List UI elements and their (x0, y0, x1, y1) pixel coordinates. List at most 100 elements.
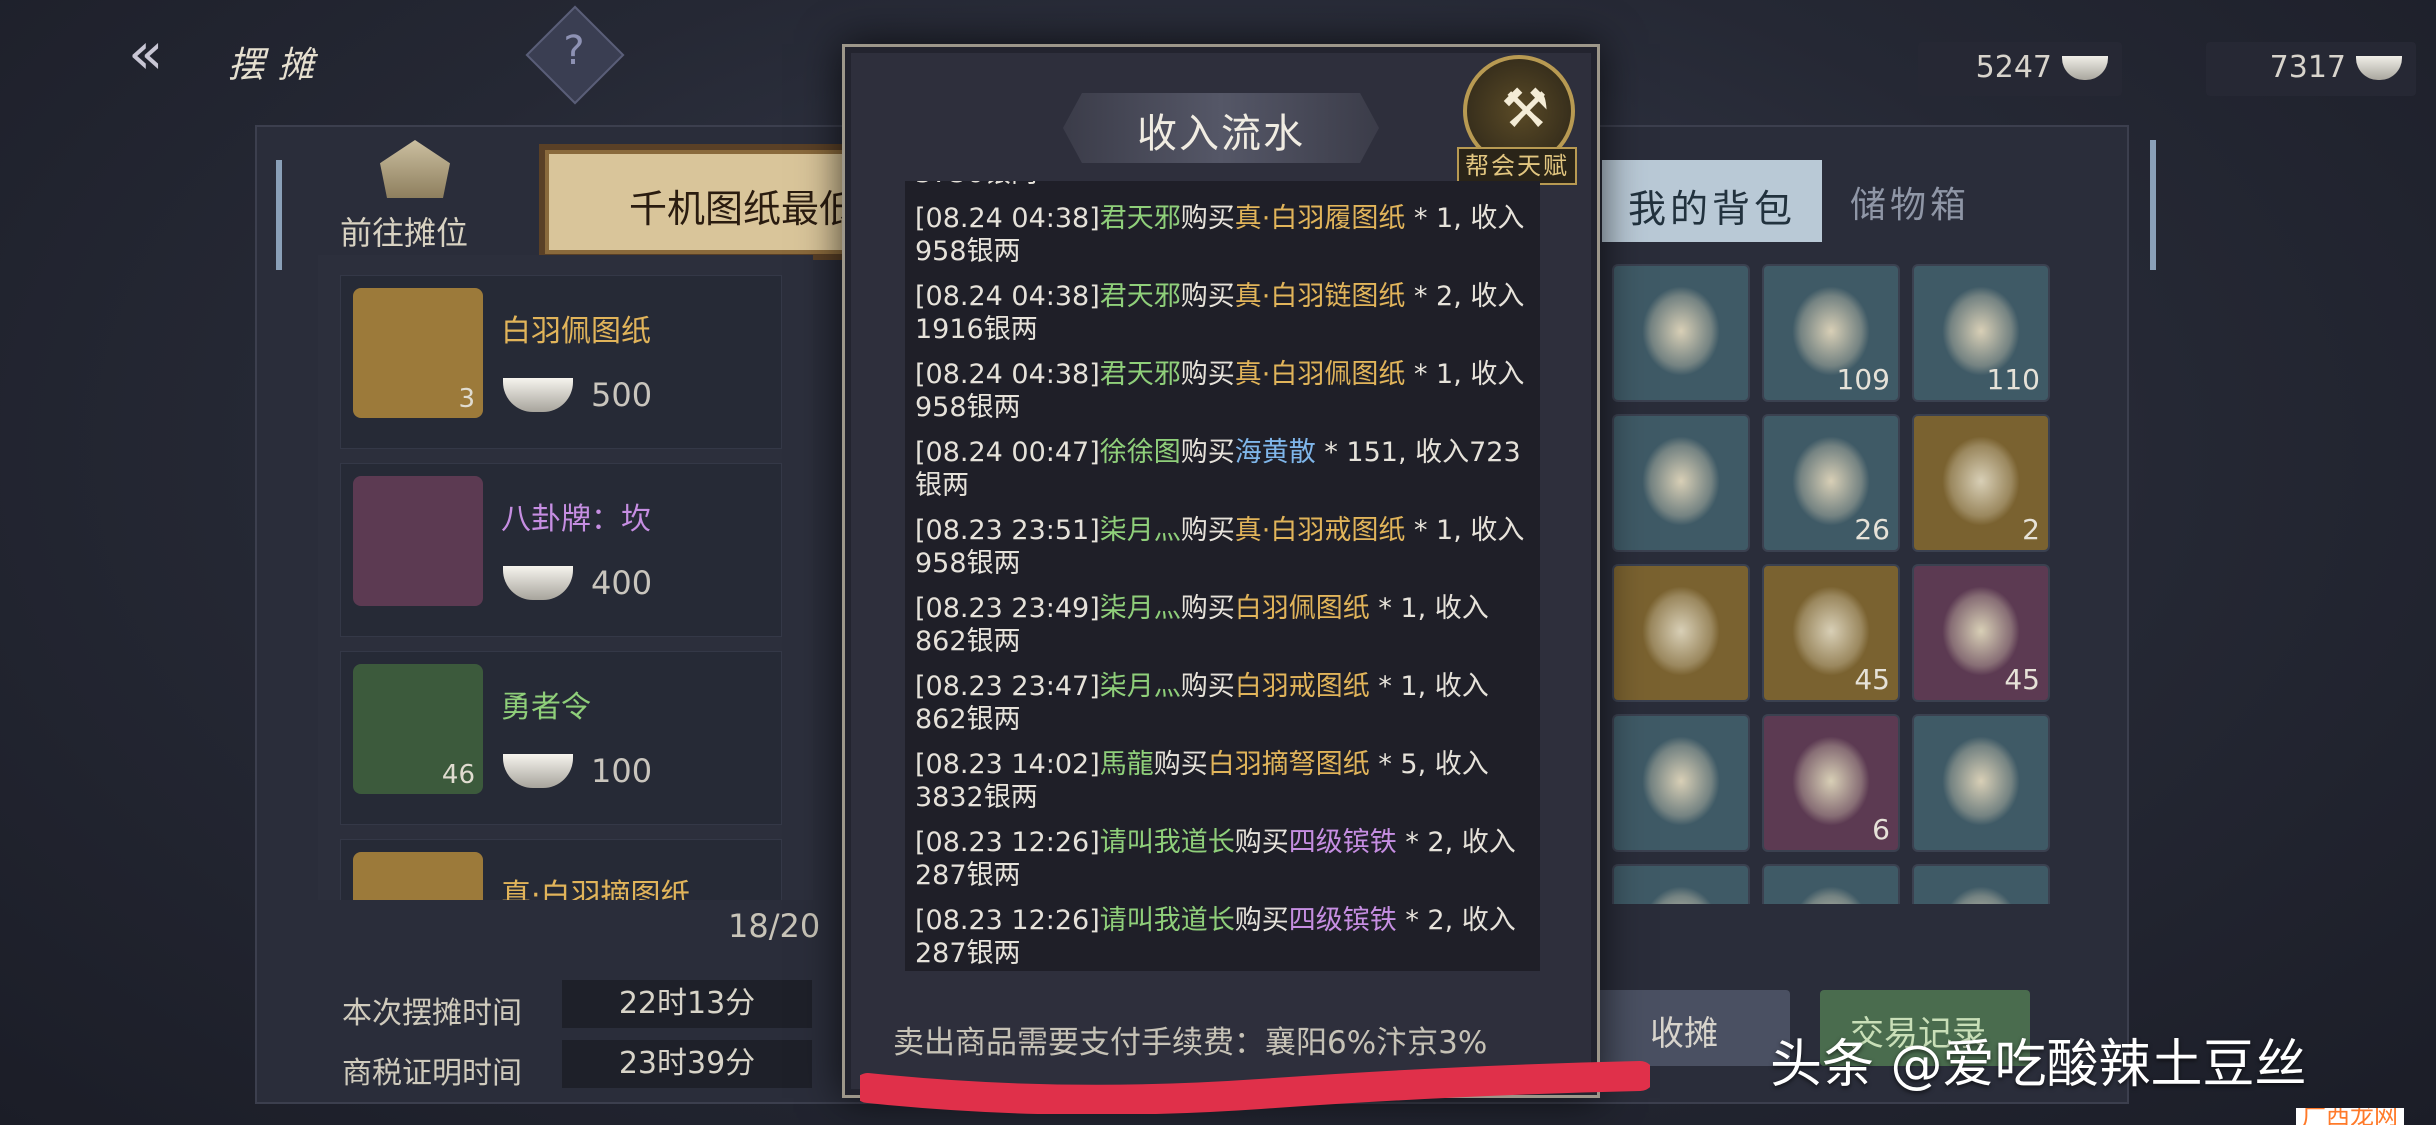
goto-stall-label: 前往摊位 (340, 214, 469, 252)
slot-quantity: 6 (1872, 813, 1890, 846)
inventory-slot[interactable]: 109 (1762, 264, 1900, 402)
brave-token-icon: 46 (353, 664, 483, 794)
back-button[interactable]: « 摆摊 (128, 18, 328, 88)
item-icon (1942, 736, 2020, 826)
inventory-slot[interactable] (1612, 864, 1750, 904)
log-item: 海黄散 (1234, 437, 1316, 468)
log-entry: [08.23 14:02]馬龍购买白羽摘弩图纸 * 5, 收入3832银两 (915, 748, 1535, 814)
item-icon (1642, 286, 1720, 376)
item-price: 100 (591, 752, 653, 790)
log-item: 四级镔铁 (1288, 905, 1397, 936)
log-action: 购买 (1153, 749, 1208, 780)
log-action: 购买 (1180, 437, 1235, 468)
tax-time-value: 23时39分 (562, 1040, 812, 1088)
stall-item-list[interactable]: 3 白羽佩图纸 500 八卦牌：坎 400 46 勇者令 100 真·白羽摘图纸 (318, 255, 813, 900)
log-time: [08.23 23:51] (915, 515, 1100, 546)
inventory-slot[interactable] (1612, 714, 1750, 852)
tab-storage-box[interactable]: 储物箱 (1850, 176, 1970, 228)
slot-quantity: 109 (1836, 363, 1890, 396)
log-action: 购买 (1180, 203, 1235, 234)
bagua-token-icon (353, 476, 483, 606)
inventory-slot[interactable]: 26 (1762, 414, 1900, 552)
income-log-list[interactable]: 3736银两 [08.24 04:38]君天邪购买真·白羽履图纸 * 1, 收入… (905, 181, 1540, 971)
log-time: [08.23 12:26] (915, 905, 1100, 936)
inventory-slot[interactable] (1612, 564, 1750, 702)
inventory-slot[interactable] (1762, 864, 1900, 904)
log-time: [08.24 04:38] (915, 359, 1100, 390)
income-log-dialog: 收入流水 ⚒ 帮会天赋 3736银两 [08.24 04:38]君天邪购买真·白… (842, 44, 1600, 1098)
item-name: 八卦牌：坎 (501, 502, 651, 537)
slot-quantity: 110 (1986, 363, 2040, 396)
log-action: 购买 (1180, 593, 1235, 624)
item-icon (1792, 736, 1870, 826)
item-name: 白羽佩图纸 (501, 314, 651, 349)
slot-quantity: 45 (1854, 663, 1890, 696)
log-item: 白羽摘弩图纸 (1207, 749, 1370, 780)
inventory-slot[interactable]: 110 (1912, 264, 2050, 402)
hanging-tassel-decoration (276, 160, 282, 270)
inventory-slot[interactable]: 6 (1762, 714, 1900, 852)
inventory-slot[interactable] (1912, 714, 2050, 852)
item-name: 真·白羽摘图纸 (501, 878, 691, 900)
guild-talent-label: 帮会天赋 (1457, 147, 1577, 185)
log-entry: [08.24 04:38]君天邪购买真·白羽佩图纸 * 1, 收入958银两 (915, 358, 1535, 424)
item-icon (1942, 886, 2020, 904)
log-entry: [08.24 00:47]徐徐图购买海黄散 * 151, 收入723银两 (915, 436, 1535, 502)
log-item: 真·白羽链图纸 (1234, 281, 1406, 312)
inventory-slot[interactable] (1612, 414, 1750, 552)
inventory-slot[interactable]: 2 (1912, 414, 2050, 552)
log-buyer: 柒月灬 (1099, 515, 1181, 546)
log-time: [08.24 00:47] (915, 437, 1100, 468)
close-stall-button[interactable]: 收摊 (1590, 990, 1790, 1066)
log-time: [08.23 14:02] (915, 749, 1100, 780)
inventory-grid[interactable]: 109110262645455063 (1612, 264, 2062, 904)
log-item: 真·白羽履图纸 (1234, 203, 1406, 234)
log-action: 购买 (1234, 905, 1289, 936)
slot-quantity: 2 (2022, 513, 2040, 546)
tab-my-bag[interactable]: 我的背包 (1602, 160, 1822, 242)
item-price: 500 (591, 376, 653, 414)
item-name: 勇者令 (501, 690, 591, 725)
stall-item-card[interactable]: 真·白羽摘图纸 (340, 839, 782, 900)
item-icon (1642, 736, 1720, 826)
item-price: 400 (591, 564, 653, 602)
blueprint-scroll-icon: 3 (353, 288, 483, 418)
bound-silver-currency-display: 7317 (2206, 42, 2416, 96)
log-entry: [08.23 12:26]请叫我道长购买四级镔铁 * 2, 收入287银两 (915, 826, 1535, 892)
guild-talent-button[interactable]: ⚒ 帮会天赋 (1455, 55, 1577, 185)
log-item: 真·白羽戒图纸 (1234, 515, 1406, 546)
log-time: [08.24 04:38] (915, 203, 1100, 234)
stall-item-card[interactable]: 3 白羽佩图纸 500 (340, 275, 782, 449)
goto-stall-button[interactable]: 前往摊位 (340, 140, 490, 252)
inventory-slot[interactable] (1912, 864, 2050, 904)
log-item: 白羽佩图纸 (1234, 593, 1370, 624)
fee-note: 卖出商品需要支付手续费：襄阳6%汴京3% (893, 1025, 1488, 1061)
stall-item-card[interactable]: 八卦牌：坎 400 (340, 463, 782, 637)
log-entry: [08.23 12:26]请叫我道长购买四级镔铁 * 2, 收入287银两 (915, 904, 1535, 970)
log-entry: [08.24 04:38]君天邪购买真·白羽链图纸 * 2, 收入1916银两 (915, 280, 1535, 346)
log-action: 购买 (1180, 671, 1235, 702)
dialog-title: 收入流水 (1137, 111, 1305, 157)
bound-silver-amount: 7317 (2269, 50, 2346, 85)
item-icon (1792, 886, 1870, 904)
hanging-tassel-decoration (2150, 140, 2156, 270)
stall-item-card[interactable]: 46 勇者令 100 (340, 651, 782, 825)
silver-amount: 5247 (1975, 50, 2052, 85)
silver-currency-display: 5247 (1918, 42, 2122, 96)
log-item: 白羽戒图纸 (1234, 671, 1370, 702)
slot-quantity: 26 (1854, 513, 1890, 546)
red-redaction-scribble (860, 1061, 1650, 1114)
tax-time-label: 商税证明时间 (342, 1056, 522, 1091)
inventory-slot[interactable]: 45 (1912, 564, 2050, 702)
item-icon (1642, 886, 1720, 904)
inventory-slot[interactable] (1612, 264, 1750, 402)
log-buyer: 馬龍 (1099, 749, 1154, 780)
page-title: 摆摊 (228, 45, 329, 86)
log-entry: [08.23 23:51]柒月灬购买真·白羽戒图纸 * 1, 收入958银两 (915, 514, 1535, 580)
log-buyer: 柒月灬 (1099, 593, 1181, 624)
log-action: 购买 (1180, 359, 1235, 390)
inventory-slot[interactable]: 45 (1762, 564, 1900, 702)
log-buyer: 徐徐图 (1099, 437, 1181, 468)
log-buyer: 君天邪 (1099, 359, 1181, 390)
item-icon (1942, 436, 2020, 526)
